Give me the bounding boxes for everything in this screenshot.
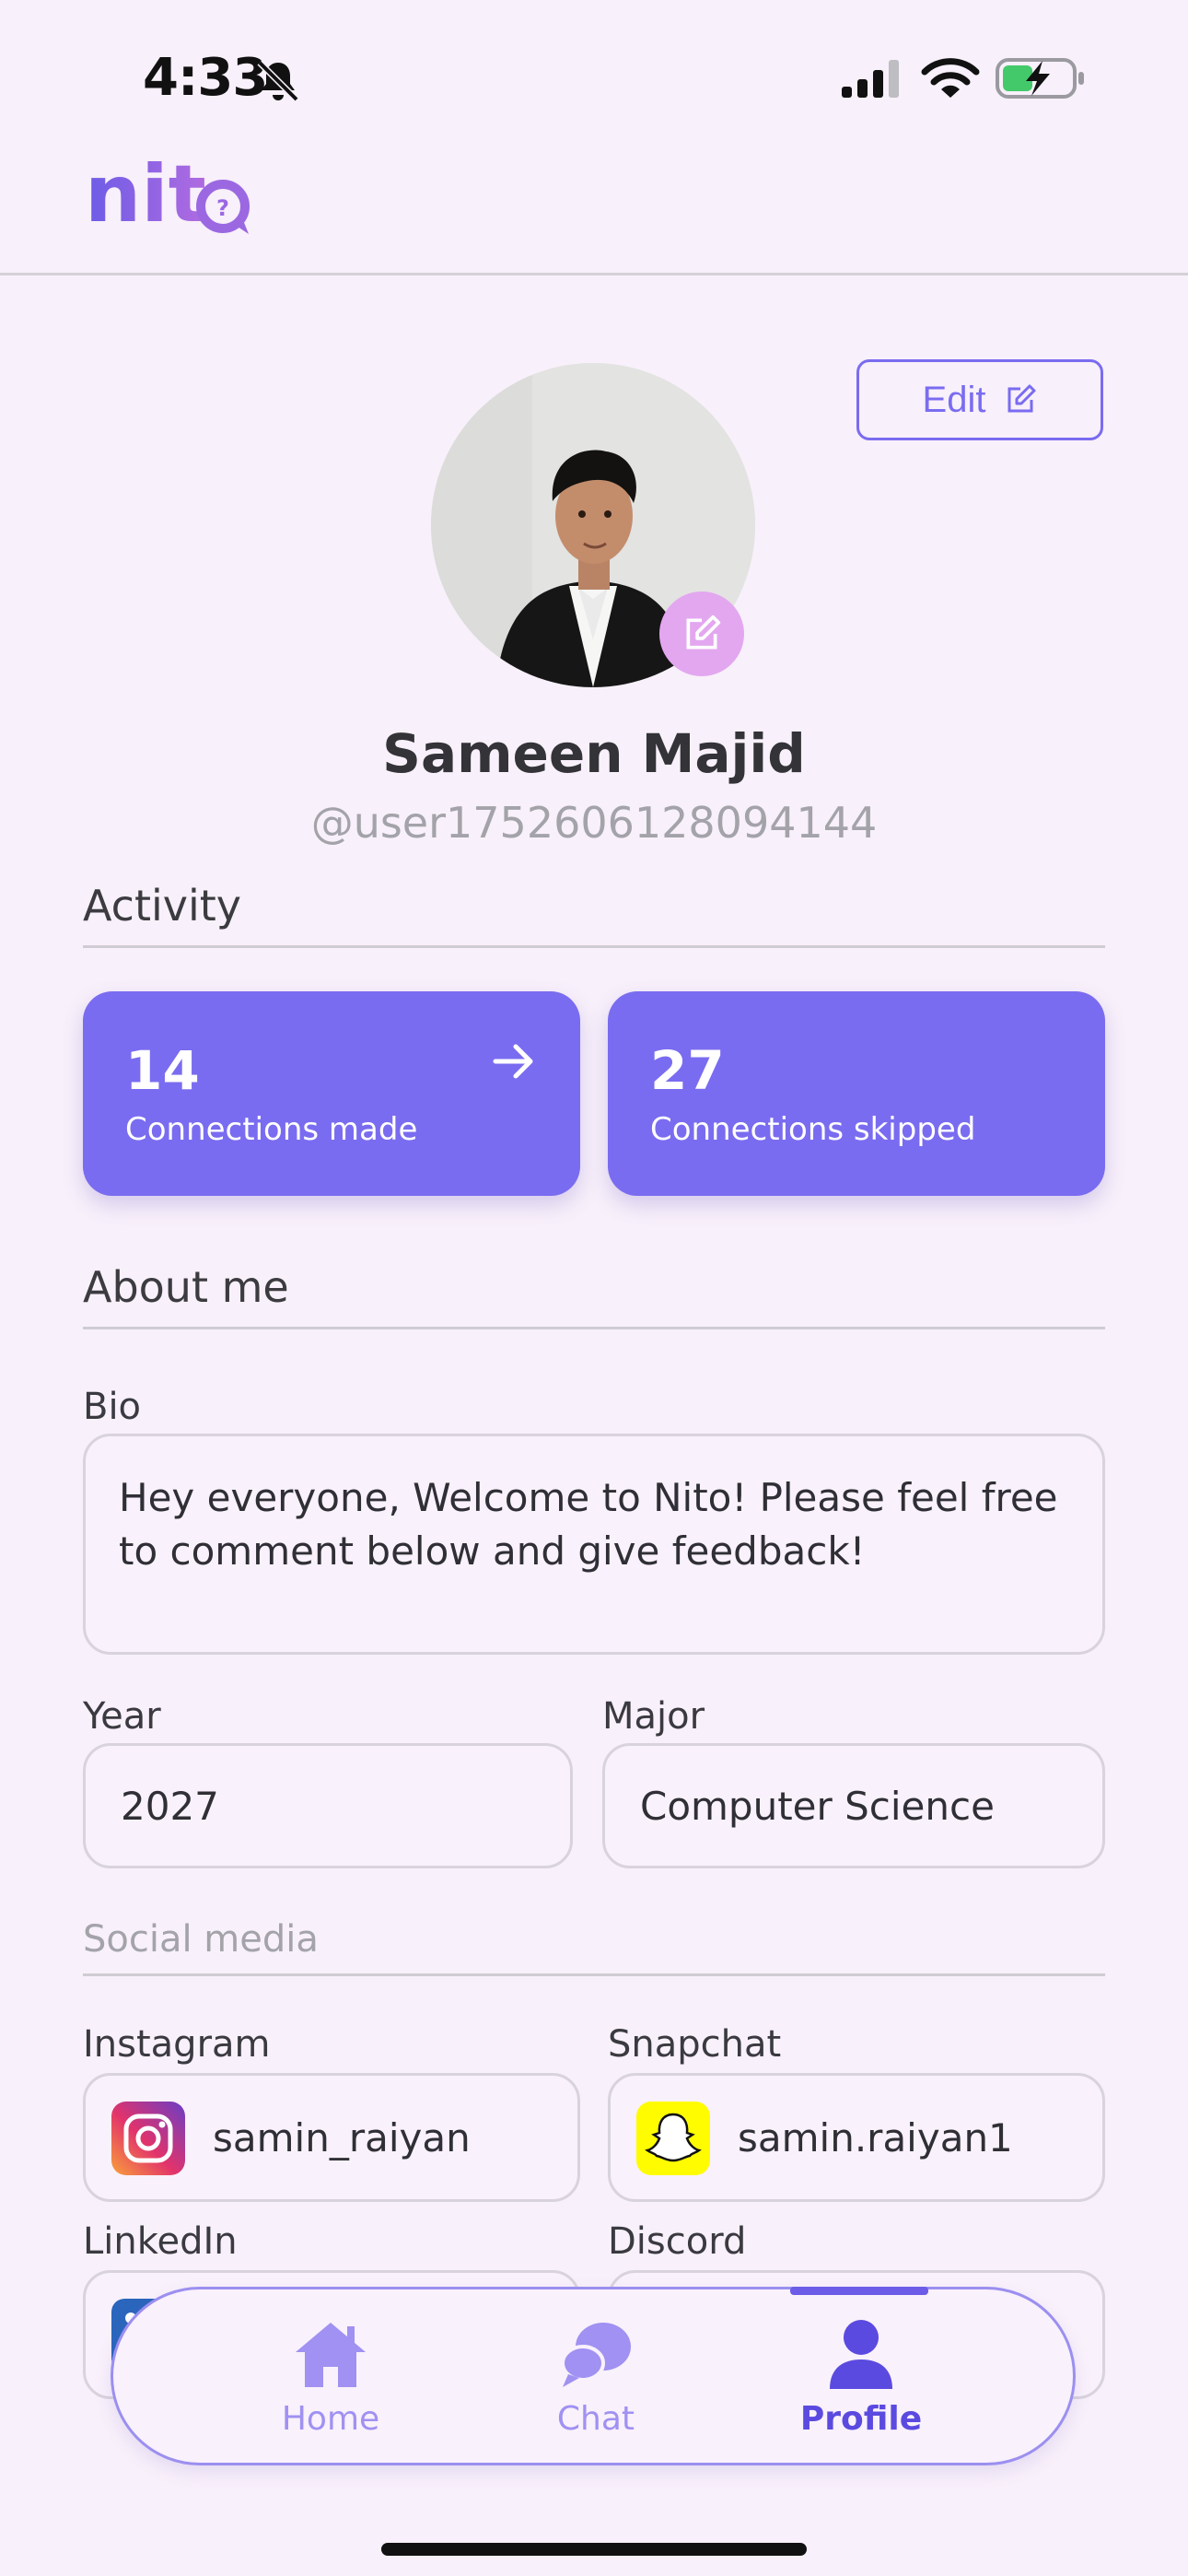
year-label: Year bbox=[83, 1695, 161, 1738]
about-divider bbox=[83, 1327, 1105, 1329]
profile-icon bbox=[830, 2320, 892, 2389]
wifi-icon bbox=[921, 58, 980, 98]
nav-chat-label: Chat bbox=[556, 2400, 635, 2438]
connections-skipped-label: Connections skipped bbox=[650, 1111, 976, 1148]
instagram-field[interactable]: samin_raiyan bbox=[83, 2073, 580, 2202]
arrow-right-icon bbox=[493, 1044, 533, 1079]
header-divider bbox=[0, 273, 1188, 275]
home-icon bbox=[296, 2323, 366, 2387]
profile-name: Sameen Majid bbox=[382, 722, 806, 785]
connections-made-count: 14 bbox=[125, 1039, 200, 1102]
chat-icon bbox=[561, 2323, 631, 2387]
social-title: Social media bbox=[83, 1918, 319, 1961]
battery-charging-icon bbox=[996, 58, 1084, 99]
connections-made-label: Connections made bbox=[125, 1111, 418, 1148]
activity-divider bbox=[83, 945, 1105, 948]
discord-label: Discord bbox=[608, 2220, 747, 2263]
snapchat-field[interactable]: samin.raiyan1 bbox=[608, 2073, 1105, 2202]
snapchat-icon bbox=[636, 2102, 710, 2175]
edit-photo-icon bbox=[686, 615, 721, 650]
connections-skipped-card[interactable]: 27 Connections skipped bbox=[608, 991, 1105, 1196]
bio-text: Hey everyone, Welcome to Nito! Please fe… bbox=[119, 1475, 1058, 1574]
nav-active-indicator bbox=[790, 2287, 928, 2295]
instagram-icon bbox=[111, 2102, 185, 2175]
cellular-signal-icon bbox=[842, 60, 899, 98]
nav-profile-label: Profile bbox=[799, 2400, 923, 2438]
svg-text:?: ? bbox=[216, 195, 229, 221]
nito-logo: nit ? bbox=[85, 155, 250, 240]
linkedin-label: LinkedIn bbox=[83, 2220, 238, 2263]
activity-title: Activity bbox=[83, 881, 242, 931]
silent-bell-icon bbox=[257, 60, 299, 102]
nav-profile[interactable]: Profile bbox=[769, 2317, 953, 2438]
bottom-navigation: Home Chat Profile bbox=[111, 2287, 1076, 2465]
edit-profile-button[interactable]: Edit bbox=[856, 359, 1103, 440]
year-value: 2027 bbox=[121, 1783, 219, 1829]
about-title: About me bbox=[83, 1262, 289, 1312]
profile-handle: @user1752606128094144 bbox=[310, 798, 878, 848]
connections-made-card[interactable]: 14 Connections made bbox=[83, 991, 580, 1196]
connections-skipped-count: 27 bbox=[650, 1039, 725, 1102]
nav-home-label: Home bbox=[281, 2400, 380, 2438]
nav-home[interactable]: Home bbox=[239, 2317, 423, 2438]
year-field[interactable]: 2027 bbox=[83, 1743, 573, 1868]
major-label: Major bbox=[602, 1695, 705, 1738]
snapchat-label: Snapchat bbox=[608, 2023, 782, 2066]
instagram-label: Instagram bbox=[83, 2023, 271, 2066]
social-divider bbox=[83, 1973, 1105, 1976]
instagram-value: samin_raiyan bbox=[213, 2114, 471, 2160]
major-value: Computer Science bbox=[640, 1783, 995, 1829]
major-field[interactable]: Computer Science bbox=[602, 1743, 1105, 1868]
bio-label: Bio bbox=[83, 1386, 142, 1428]
home-indicator[interactable] bbox=[381, 2543, 807, 2556]
edit-label: Edit bbox=[922, 379, 986, 420]
avatar-edit-button[interactable] bbox=[659, 591, 744, 676]
edit-icon bbox=[1007, 384, 1036, 413]
bio-field[interactable]: Hey everyone, Welcome to Nito! Please fe… bbox=[83, 1434, 1105, 1655]
status-time: 4:33 bbox=[143, 48, 268, 108]
svg-text:nit: nit bbox=[85, 155, 206, 240]
nav-chat[interactable]: Chat bbox=[504, 2317, 688, 2438]
snapchat-value: samin.raiyan1 bbox=[738, 2114, 1013, 2160]
